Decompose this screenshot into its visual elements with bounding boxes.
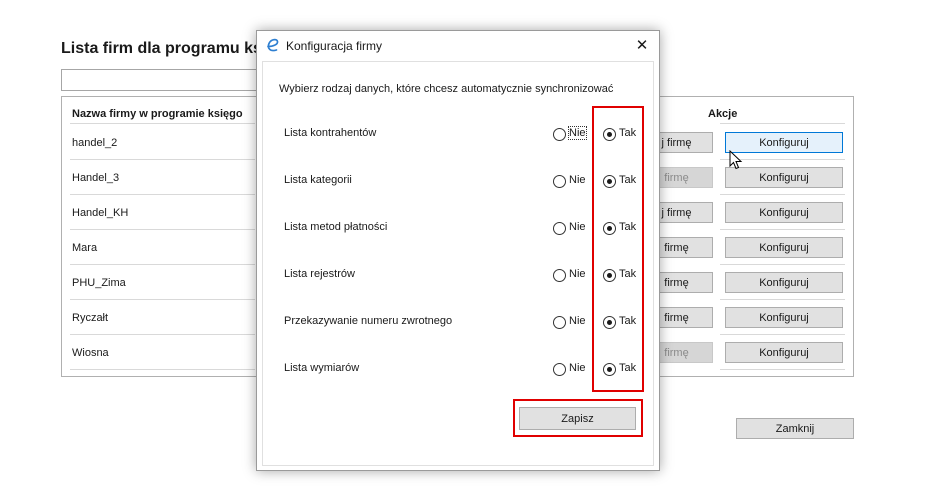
row-divider — [70, 229, 255, 230]
row-divider — [720, 264, 845, 265]
row-divider — [720, 194, 845, 195]
row-divider — [720, 369, 845, 370]
company-config-dialog: Konfiguracja firmy ✕ Wybierz rodzaj dany… — [256, 30, 660, 471]
company-name: Mara — [72, 242, 98, 254]
row-divider — [720, 229, 845, 230]
company-name: handel_2 — [72, 137, 118, 149]
save-button[interactable]: Zapisz — [519, 407, 636, 430]
row-divider — [70, 334, 255, 335]
dialog-title: Konfiguracja firmy — [286, 39, 383, 53]
company-name: Ryczałt — [72, 312, 109, 324]
radio-no-label[interactable]: Nie — [569, 315, 586, 327]
radio-no[interactable] — [553, 269, 566, 282]
page-title: Lista firm dla programu ks — [61, 40, 262, 57]
close-icon[interactable]: ✕ — [629, 33, 655, 57]
option-label: Lista kontrahentów — [284, 127, 377, 139]
radio-no[interactable] — [553, 222, 566, 235]
row-divider — [720, 299, 845, 300]
column-header-actions: Akcje — [708, 108, 738, 120]
option-label: Lista rejestrów — [284, 268, 355, 280]
radio-no-label[interactable]: Nie — [568, 126, 587, 140]
company-name: Handel_KH — [72, 207, 129, 219]
company-name: Wiosna — [72, 347, 109, 359]
column-header-name: Nazwa firmy w programie księgo — [72, 108, 243, 120]
configure-button[interactable]: Konfiguruj — [725, 202, 843, 223]
highlight-box-yes-column — [592, 106, 644, 392]
radio-no[interactable] — [553, 175, 566, 188]
row-divider — [70, 369, 255, 370]
company-name: PHU_Zima — [72, 277, 126, 289]
configure-button[interactable]: Konfiguruj — [725, 237, 843, 258]
radio-no-label[interactable]: Nie — [569, 174, 586, 186]
option-label: Lista kategorii — [284, 174, 352, 186]
mouse-pointer-icon — [729, 150, 743, 170]
row-divider — [70, 194, 255, 195]
radio-no[interactable] — [553, 363, 566, 376]
close-window-button[interactable]: Zamknij — [736, 418, 854, 439]
configure-button[interactable]: Konfiguruj — [725, 307, 843, 328]
dialog-titlebar: Konfiguracja firmy ✕ — [257, 31, 659, 61]
configure-button[interactable]: Konfiguruj — [725, 272, 843, 293]
configure-button[interactable]: Konfiguruj — [725, 342, 843, 363]
radio-no-label[interactable]: Nie — [569, 362, 586, 374]
row-divider — [720, 334, 845, 335]
company-name: Handel_3 — [72, 172, 120, 184]
radio-no[interactable] — [553, 316, 566, 329]
row-divider — [70, 264, 255, 265]
option-label: Lista metod płatności — [284, 221, 388, 233]
row-divider — [70, 159, 255, 160]
radio-no-label[interactable]: Nie — [569, 221, 586, 233]
option-label: Lista wymiarów — [284, 362, 360, 374]
radio-no[interactable] — [553, 128, 566, 141]
option-label: Przekazywanie numeru zwrotnego — [284, 315, 453, 327]
row-divider — [70, 123, 255, 124]
row-divider — [70, 299, 255, 300]
dialog-instruction: Wybierz rodzaj danych, które chcesz auto… — [279, 83, 614, 95]
radio-no-label[interactable]: Nie — [569, 268, 586, 280]
configure-button[interactable]: Konfiguruj — [725, 167, 843, 188]
app-e-logo-icon — [267, 38, 279, 52]
row-divider — [720, 123, 845, 124]
